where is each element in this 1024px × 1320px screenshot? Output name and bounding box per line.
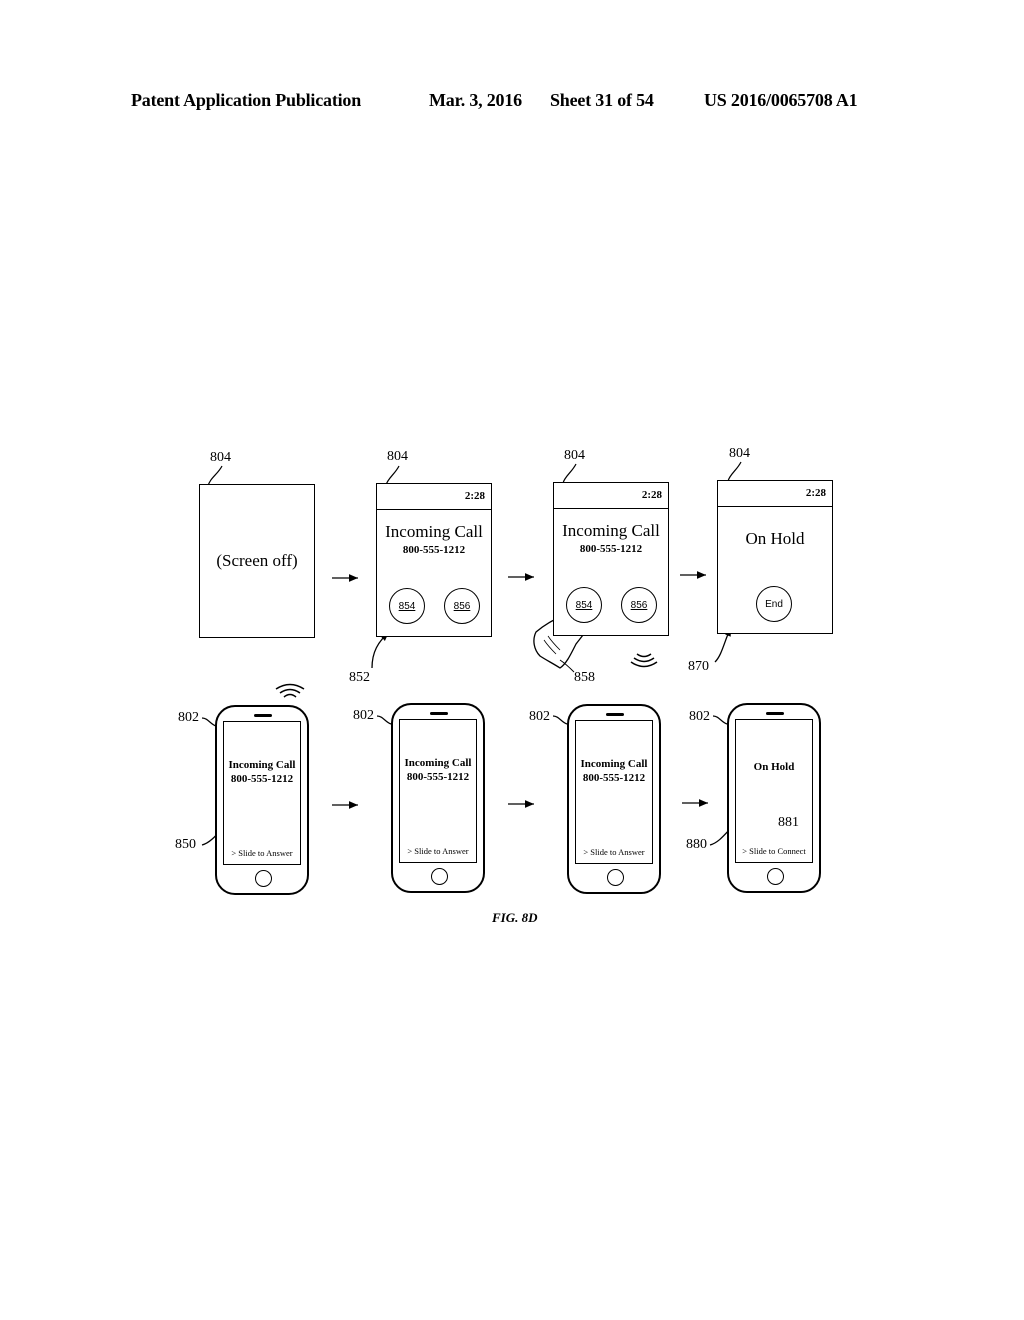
phone-screen: Incoming Call 800-555-1212 > Slide to An… bbox=[223, 721, 301, 865]
watch-screen-off: (Screen off) bbox=[199, 484, 315, 638]
caller-number: 800-555-1212 bbox=[406, 771, 470, 783]
ref-label-802: 802 bbox=[178, 710, 199, 725]
call-info: Incoming Call 800-555-1212 bbox=[576, 757, 652, 785]
ref-label-804: 804 bbox=[210, 450, 231, 465]
phone-screen: Incoming Call 800-555-1212 > Slide to An… bbox=[399, 719, 477, 863]
ref-label-881: 881 bbox=[778, 815, 799, 830]
ref-label-804: 804 bbox=[387, 449, 408, 464]
leader-802-2 bbox=[376, 715, 392, 725]
figure-caption: FIG. 8D bbox=[492, 910, 538, 925]
caller-number: 800-555-1212 bbox=[402, 544, 466, 556]
call-info: Incoming Call 800-555-1212 bbox=[400, 756, 476, 784]
ref-label-804: 804 bbox=[564, 448, 585, 463]
on-hold-title: On Hold bbox=[753, 761, 795, 773]
watch-incoming-call: 2:28 Incoming Call 800-555-1212 854 856 bbox=[376, 483, 492, 637]
phone-incoming-call: Incoming Call 800-555-1212 > Slide to An… bbox=[567, 704, 661, 894]
pointer-852 bbox=[371, 631, 390, 669]
decline-button-856[interactable]: 856 bbox=[621, 587, 657, 623]
end-call-button[interactable]: End bbox=[756, 586, 792, 622]
call-title: Incoming Call bbox=[385, 522, 483, 541]
speaker-slot bbox=[606, 713, 624, 716]
answer-button-854[interactable]: 854 bbox=[566, 587, 602, 623]
speaker-slot bbox=[430, 712, 448, 715]
status-bar: 2:28 bbox=[377, 484, 491, 510]
leader-802-1 bbox=[201, 717, 217, 727]
caller-number: 800-555-1212 bbox=[230, 773, 294, 785]
ref-label-870: 870 bbox=[688, 659, 709, 674]
leader-804-1 bbox=[207, 465, 223, 487]
call-info: Incoming Call 800-555-1212 bbox=[224, 758, 300, 786]
home-button[interactable] bbox=[255, 870, 272, 887]
decline-button-856[interactable]: 856 bbox=[444, 588, 480, 624]
ref-label-802: 802 bbox=[689, 709, 710, 724]
home-button[interactable] bbox=[607, 869, 624, 886]
ref-label-858: 858 bbox=[574, 670, 595, 685]
clock-time: 2:28 bbox=[641, 489, 662, 501]
phone-on-hold: On Hold > Slide to Connect bbox=[727, 703, 821, 893]
phone-incoming-call: Incoming Call 800-555-1212 > Slide to An… bbox=[215, 705, 309, 895]
watch-incoming-call-tapped: 2:28 Incoming Call 800-555-1212 854 856 bbox=[553, 482, 669, 636]
ref-label-850: 850 bbox=[175, 837, 196, 852]
haptic-vibration-icon bbox=[630, 653, 658, 668]
leader-802-4 bbox=[712, 715, 728, 725]
leader-804-4 bbox=[727, 461, 742, 482]
home-button[interactable] bbox=[767, 868, 784, 885]
call-title: Incoming Call bbox=[580, 758, 648, 770]
slide-to-answer[interactable]: > Slide to Answer bbox=[224, 848, 300, 858]
caller-number: 800-555-1212 bbox=[582, 772, 646, 784]
speaker-slot bbox=[766, 712, 784, 715]
ref-label-802: 802 bbox=[529, 709, 550, 724]
call-title: Incoming Call bbox=[562, 521, 660, 540]
slide-to-connect[interactable]: > Slide to Connect bbox=[736, 846, 812, 856]
clock-time: 2:28 bbox=[464, 490, 485, 502]
status-bar: 2:28 bbox=[554, 483, 668, 509]
phone-screen: On Hold > Slide to Connect bbox=[735, 719, 813, 863]
screen-off-label: (Screen off) bbox=[216, 551, 298, 570]
call-title: Incoming Call bbox=[228, 759, 296, 771]
speaker-slot bbox=[254, 714, 272, 717]
leader-802-3 bbox=[552, 715, 568, 725]
ref-label-802: 802 bbox=[353, 708, 374, 723]
slide-to-answer[interactable]: > Slide to Answer bbox=[400, 846, 476, 856]
status-bar: 2:28 bbox=[718, 481, 832, 507]
on-hold-title: On Hold bbox=[745, 529, 805, 548]
watch-on-hold: 2:28 On Hold End bbox=[717, 480, 833, 634]
answer-button-854[interactable]: 854 bbox=[389, 588, 425, 624]
ref-label-880: 880 bbox=[686, 837, 707, 852]
caller-number: 800-555-1212 bbox=[579, 543, 643, 555]
ref-label-852: 852 bbox=[349, 670, 370, 685]
leader-804-3 bbox=[562, 463, 577, 484]
phone-screen: Incoming Call 800-555-1212 > Slide to An… bbox=[575, 720, 653, 864]
ref-label-804: 804 bbox=[729, 446, 750, 461]
phone-incoming-call: Incoming Call 800-555-1212 > Slide to An… bbox=[391, 703, 485, 893]
figure-lines bbox=[201, 461, 790, 853]
clock-time: 2:28 bbox=[805, 487, 826, 499]
home-button[interactable] bbox=[431, 868, 448, 885]
slide-to-answer[interactable]: > Slide to Answer bbox=[576, 847, 652, 857]
call-title: Incoming Call bbox=[404, 757, 472, 769]
wireless-signal-icon bbox=[275, 683, 305, 698]
